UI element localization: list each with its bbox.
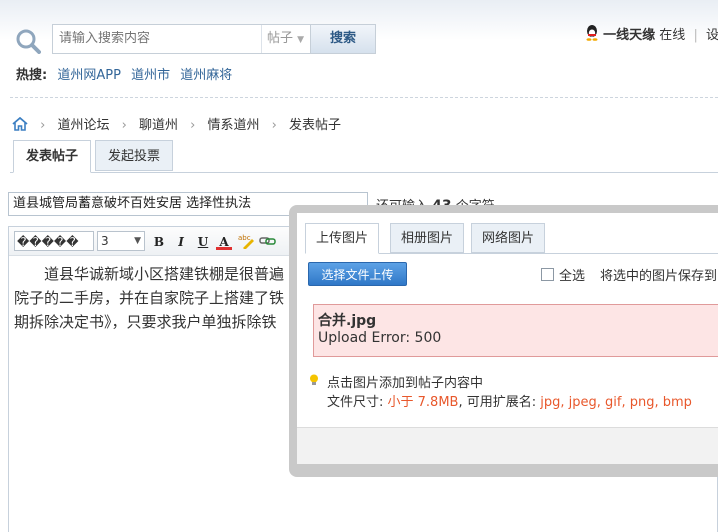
svg-text:abc: abc xyxy=(238,234,251,242)
tab-album-image[interactable]: 相册图片 xyxy=(390,223,465,253)
username-link[interactable]: 一线天缘 xyxy=(603,28,655,43)
link-icon[interactable] xyxy=(259,235,277,251)
save-selected-label: 将选中的图片保存到 xyxy=(600,269,718,284)
breadcrumb-link[interactable]: 聊道州 xyxy=(139,118,178,133)
font-family-select[interactable]: ����� xyxy=(14,231,94,251)
hot-link[interactable]: 道州网APP xyxy=(57,68,121,83)
highlight-icon[interactable]: abc xyxy=(237,233,255,253)
content-line: 期拆除决定书》，只要求我户单独拆除铁 xyxy=(14,313,277,331)
upload-limits: 文件尺寸: 小于 7.8MB, 可用扩展名: jpg, jpeg, gif, p… xyxy=(327,391,692,410)
tab-new-post[interactable]: 发表帖子 xyxy=(13,140,92,173)
content-line: 道县华诚新域小区搭建铁棚是很普遍 xyxy=(14,265,285,283)
user-info: 一线天缘 在线 | 设 xyxy=(585,24,718,45)
chevron-down-icon: ▼ xyxy=(134,236,141,246)
content-line: 院子的二手房，并在自家院子上搭建了铁 xyxy=(14,289,285,307)
home-icon[interactable] xyxy=(12,116,28,135)
lightbulb-icon xyxy=(310,374,318,385)
bold-button[interactable]: B xyxy=(151,234,167,250)
select-all-checkbox[interactable] xyxy=(541,268,554,281)
tab-web-image[interactable]: 网络图片 xyxy=(471,223,546,253)
chevron-right-icon: › xyxy=(271,118,277,133)
post-tabs: 发表帖子 发起投票 xyxy=(10,140,718,173)
size-prefix: 文件尺寸: xyxy=(327,395,388,410)
error-message: Upload Error: 500 xyxy=(318,330,442,346)
search-box: 帖子 ▼ 搜索 xyxy=(52,24,376,54)
online-status: 在线 xyxy=(659,28,686,43)
tab-upload-image[interactable]: 上传图片 xyxy=(305,223,380,254)
divider xyxy=(10,97,718,98)
breadcrumb-link[interactable]: 道州论坛 xyxy=(57,118,109,133)
upload-dialog-footer xyxy=(297,427,718,464)
chevron-right-icon: › xyxy=(121,118,127,133)
breadcrumb: › 道州论坛 › 聊道州 › 情系道州 › 发表帖子 xyxy=(12,114,341,135)
breadcrumb-current: 发表帖子 xyxy=(288,118,341,133)
font-size-value: 3 xyxy=(101,234,109,248)
size-limit: 小于 7.8MB xyxy=(387,395,459,410)
upload-tip: 点击图片添加到帖子内容中 xyxy=(327,376,484,391)
ext-prefix: , 可用扩展名: xyxy=(458,395,541,410)
font-size-select[interactable]: 3 ▼ xyxy=(97,231,145,251)
hot-link[interactable]: 道州麻将 xyxy=(180,68,232,83)
search-input[interactable] xyxy=(59,31,259,46)
tab-new-poll[interactable]: 发起投票 xyxy=(95,140,174,171)
search-scope-label: 帖子 xyxy=(267,31,294,46)
text-color-button[interactable]: A xyxy=(216,234,232,250)
error-filename: 合并.jpg xyxy=(318,313,377,329)
search-button[interactable]: 搜索 xyxy=(310,25,375,53)
chevron-down-icon: ▼ xyxy=(297,35,305,45)
select-file-upload-button[interactable]: 选择文件上传 xyxy=(308,262,407,286)
select-all-label: 全选 xyxy=(559,269,586,284)
settings-link[interactable]: 设 xyxy=(706,28,718,43)
qq-icon xyxy=(585,25,599,45)
search-scope-select[interactable]: 帖子 ▼ xyxy=(261,25,313,53)
breadcrumb-link[interactable]: 情系道州 xyxy=(207,118,259,133)
italic-button[interactable]: I xyxy=(173,234,189,250)
chevron-right-icon: › xyxy=(40,118,46,133)
hot-search-label: 热搜: xyxy=(16,68,48,83)
editor-content[interactable]: 道县华诚新域小区搭建铁棚是很普遍 院子的二手房，并在自家院子上搭建了铁 期拆除决… xyxy=(14,262,314,334)
hot-search: 热搜: 道州网APP 道州市 道州麻将 xyxy=(16,64,238,83)
underline-button[interactable]: U xyxy=(195,234,211,250)
hot-link[interactable]: 道州市 xyxy=(131,68,170,83)
extensions: jpg, jpeg, gif, png, bmp xyxy=(540,395,692,410)
chevron-right-icon: › xyxy=(190,118,196,133)
upload-tabs: 上传图片 相册图片 网络图片 xyxy=(305,223,718,254)
search-icon xyxy=(16,29,41,54)
separator: | xyxy=(693,28,698,43)
